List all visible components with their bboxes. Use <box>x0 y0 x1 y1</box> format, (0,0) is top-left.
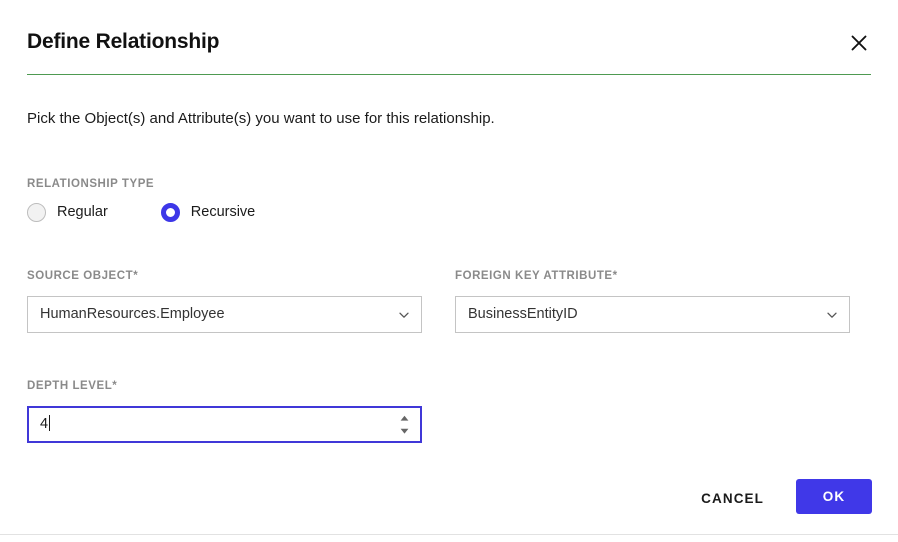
radio-option-recursive[interactable]: Recursive <box>160 203 256 222</box>
spinner-updown-icon[interactable] <box>398 415 410 435</box>
chevron-down-icon <box>397 308 411 322</box>
text-caret <box>49 415 51 431</box>
radio-label-recursive: Recursive <box>190 204 256 220</box>
radio-unselected-icon <box>27 203 46 222</box>
chevron-down-icon <box>825 308 839 322</box>
depth-level-input[interactable]: 4 <box>27 406 422 443</box>
required-asterisk: * <box>133 270 139 282</box>
dialog-header: Define Relationship <box>0 0 898 72</box>
ok-button[interactable]: OK <box>796 479 872 514</box>
dialog-footer: CANCEL <box>0 462 898 542</box>
close-icon <box>849 33 869 53</box>
header-divider <box>27 74 871 75</box>
bottom-divider <box>0 534 898 535</box>
foreign-key-attribute-select[interactable]: BusinessEntityID <box>455 296 850 333</box>
depth-level-value: 4 <box>40 416 49 432</box>
define-relationship-dialog: Define Relationship Pick the Object(s) a… <box>0 0 898 542</box>
required-asterisk: * <box>112 380 118 392</box>
source-object-label-text: SOURCE OBJECT <box>27 270 134 282</box>
depth-level-value-wrap: 4 <box>40 415 398 434</box>
depth-level-label: DEPTH LEVEL* <box>27 379 117 393</box>
radio-option-regular[interactable]: Regular <box>27 203 108 222</box>
close-button[interactable] <box>842 26 876 60</box>
foreign-key-attribute-value: BusinessEntityID <box>468 306 578 322</box>
foreign-key-attribute-label-text: FOREIGN KEY ATTRIBUTE <box>455 270 613 282</box>
foreign-key-attribute-label: FOREIGN KEY ATTRIBUTE* <box>455 269 618 283</box>
dialog-description: Pick the Object(s) and Attribute(s) you … <box>27 110 495 127</box>
source-object-select[interactable]: HumanResources.Employee <box>27 296 422 333</box>
relationship-type-radio-group: Regular Recursive <box>27 203 255 222</box>
source-object-label: SOURCE OBJECT* <box>27 269 138 283</box>
relationship-type-label: RELATIONSHIP TYPE <box>27 178 155 190</box>
radio-label-regular: Regular <box>57 204 108 220</box>
page-title: Define Relationship <box>27 30 220 53</box>
cancel-button[interactable]: CANCEL <box>695 480 770 516</box>
depth-level-label-text: DEPTH LEVEL <box>27 380 113 392</box>
radio-selected-icon <box>160 203 180 222</box>
source-object-value: HumanResources.Employee <box>40 306 225 322</box>
required-asterisk: * <box>612 270 618 282</box>
